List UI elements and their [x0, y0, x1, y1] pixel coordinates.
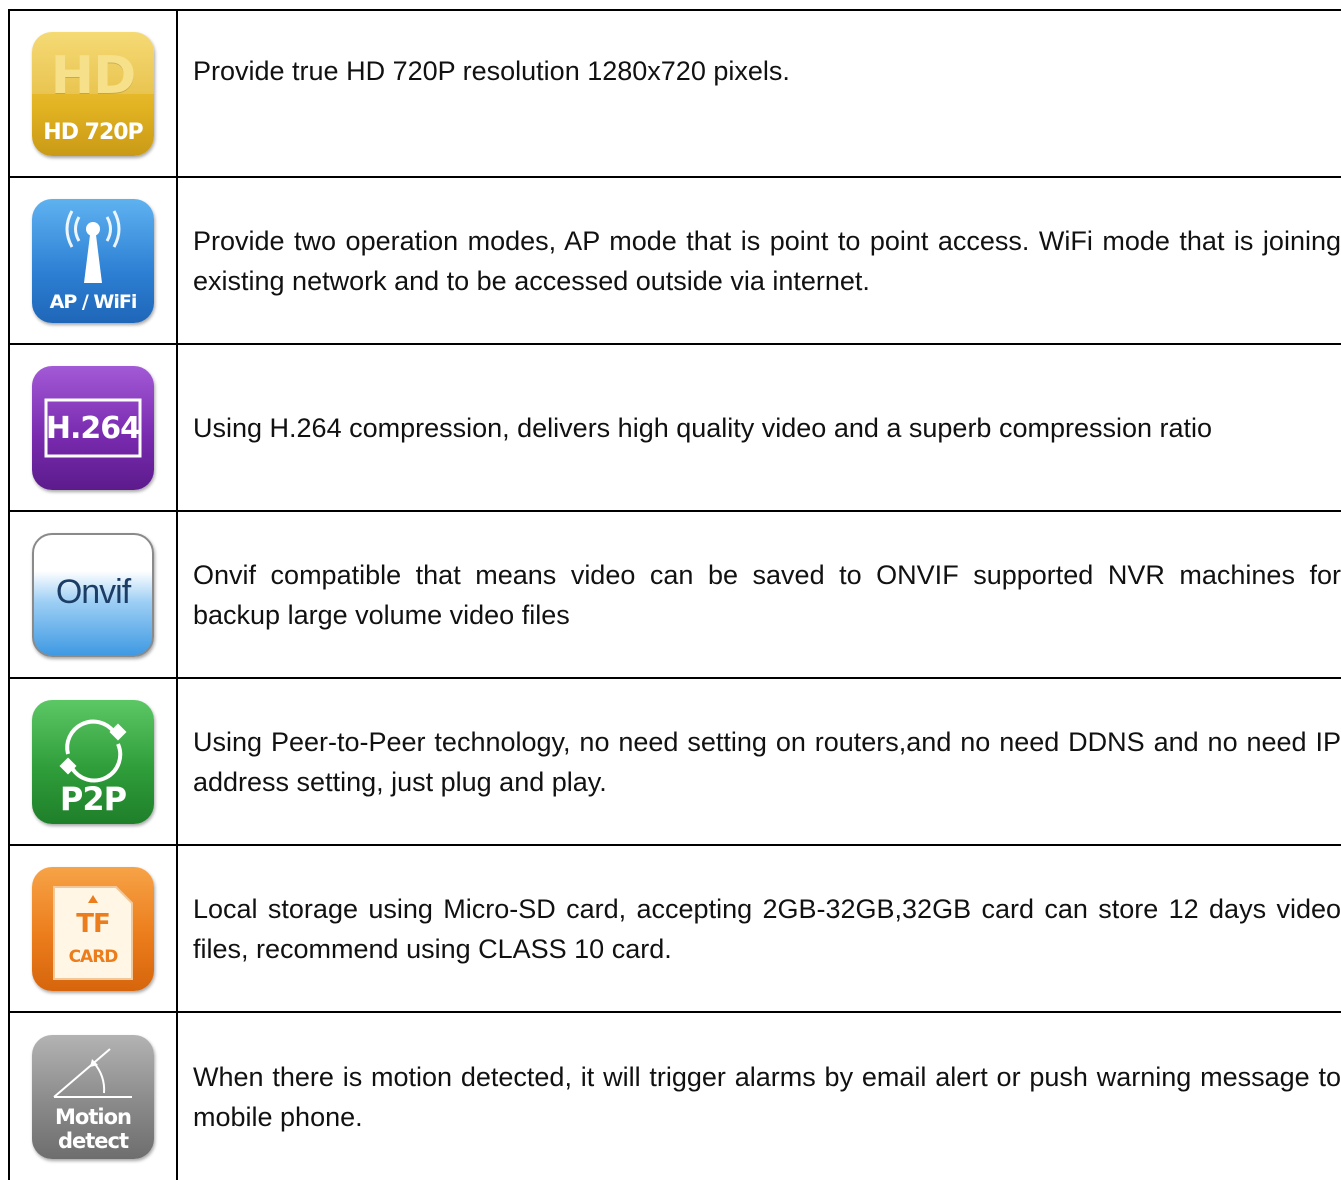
tf-card-icon-label-top: TF — [76, 908, 111, 939]
feature-row-motion-detect: Motion detect When there is motion detec… — [10, 1013, 1341, 1180]
icon-cell: H.264 — [10, 345, 178, 510]
feature-description: Using H.264 compression, delivers high q… — [193, 412, 1213, 443]
feature-description: Using Peer-to-Peer technology, no need s… — [193, 726, 1341, 797]
description-cell: Onvif compatible that means video can be… — [178, 512, 1341, 677]
tf-card-icon: TF CARD — [32, 866, 154, 991]
h264-icon: H.264 — [32, 365, 154, 490]
icon-cell: AP / WiFi — [10, 178, 178, 343]
feature-row-onvif: Onvif Onvif compatible that means video … — [10, 512, 1341, 679]
feature-row-p2p: P2P Using Peer-to-Peer technology, no ne… — [10, 679, 1341, 846]
description-cell: Using H.264 compression, delivers high q… — [178, 345, 1341, 510]
icon-cell: Motion detect — [10, 1013, 178, 1180]
tf-card-icon-label-bottom: CARD — [68, 946, 119, 967]
onvif-icon: Onvif — [32, 532, 154, 657]
description-cell: Local storage using Micro-SD card, accep… — [178, 846, 1341, 1011]
feature-description: When there is motion detected, it will t… — [193, 1061, 1341, 1132]
description-cell: Using Peer-to-Peer technology, no need s… — [178, 679, 1341, 844]
onvif-icon-label: Onvif — [55, 572, 131, 611]
motion-detect-icon-label-bottom: detect — [57, 1128, 129, 1153]
features-table: HD HD 720P Provide true HD 720P resoluti… — [8, 9, 1341, 1180]
feature-description: Local storage using Micro-SD card, accep… — [193, 893, 1341, 964]
hd-720p-icon: HD HD 720P — [32, 31, 154, 156]
feature-description: Provide true HD 720P resolution 1280x720… — [193, 55, 790, 86]
p2p-icon-label: P2P — [59, 779, 127, 818]
ap-wifi-icon: AP / WiFi — [32, 198, 154, 323]
icon-cell: P2P — [10, 679, 178, 844]
h264-icon-label: H.264 — [45, 410, 141, 446]
description-cell: Provide true HD 720P resolution 1280x720… — [178, 11, 1341, 176]
feature-row-h264: H.264 Using H.264 compression, delivers … — [10, 345, 1341, 512]
motion-detect-icon-label-top: Motion — [55, 1104, 132, 1129]
motion-detect-icon: Motion detect — [32, 1034, 154, 1159]
hd-icon-big-text: HD — [50, 45, 137, 106]
p2p-icon: P2P — [32, 699, 154, 824]
icon-cell: Onvif — [10, 512, 178, 677]
ap-wifi-icon-label: AP / WiFi — [49, 290, 138, 313]
icon-cell: TF CARD — [10, 846, 178, 1011]
feature-row-wifi: AP / WiFi Provide two operation modes, A… — [10, 178, 1341, 345]
feature-row-tf-card: TF CARD Local storage using Micro-SD car… — [10, 846, 1341, 1013]
description-cell: When there is motion detected, it will t… — [178, 1013, 1341, 1180]
description-cell: Provide two operation modes, AP mode tha… — [178, 178, 1341, 343]
hd-icon-label: HD 720P — [43, 119, 143, 145]
feature-description: Onvif compatible that means video can be… — [193, 559, 1341, 630]
icon-cell: HD HD 720P — [10, 11, 178, 176]
feature-description: Provide two operation modes, AP mode tha… — [193, 225, 1341, 296]
feature-row-hd: HD HD 720P Provide true HD 720P resoluti… — [10, 11, 1341, 178]
